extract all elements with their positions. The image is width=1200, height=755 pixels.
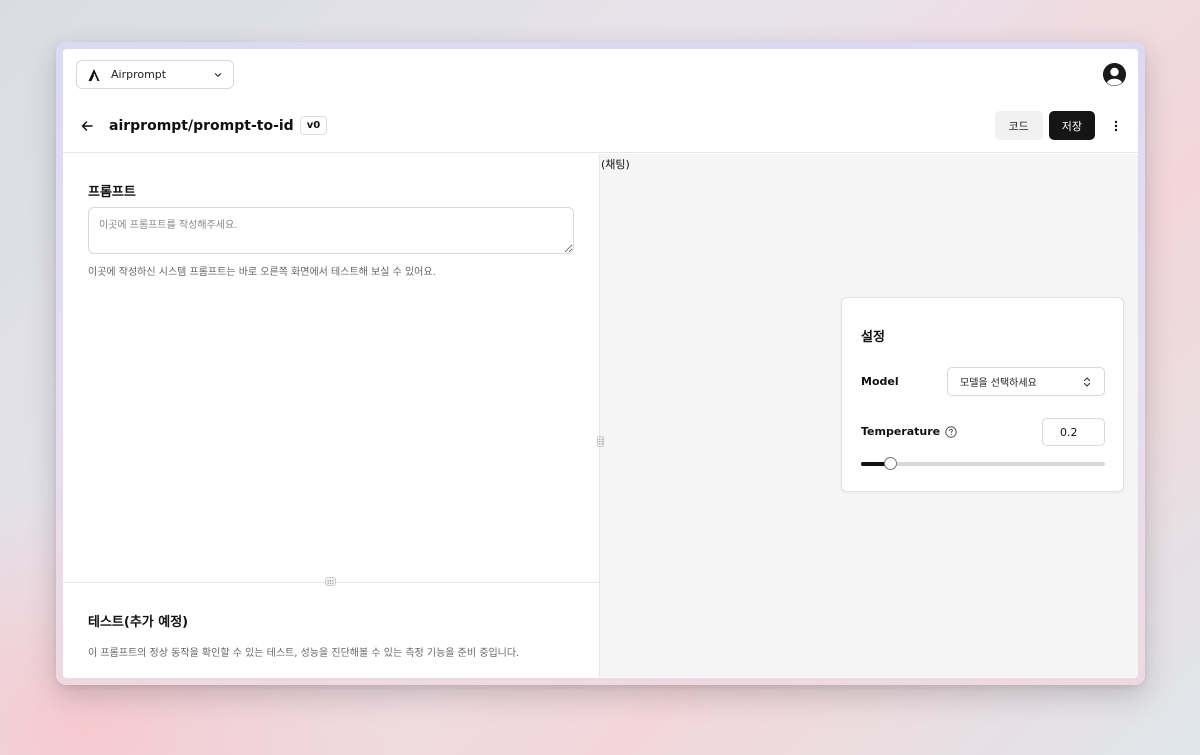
help-circle-icon[interactable] — [945, 425, 957, 438]
app-window-frame: Airprompt airprompt/prompt-to-id v0 코드 저… — [56, 42, 1145, 685]
page-title: airprompt/prompt-to-id — [109, 117, 294, 134]
settings-title: 설정 — [861, 330, 885, 345]
temperature-label-group: Temperature — [861, 425, 957, 438]
temperature-slider-thumb[interactable] — [884, 457, 898, 470]
model-select[interactable]: 모델을 선택하세요 — [947, 367, 1105, 396]
version-badge: v0 — [299, 116, 328, 135]
test-section-title: 테스트(추가 예정) — [88, 615, 189, 630]
user-avatar-icon[interactable] — [1103, 63, 1126, 86]
test-description: 이 프롬프트의 정상 동작을 확인할 수 있는 테스트, 성능을 진단해볼 수 … — [88, 648, 520, 659]
settings-card: 설정 Model 모델을 선택하세요 Temperature — [841, 297, 1124, 492]
workspace-selector[interactable]: Airprompt — [76, 60, 234, 89]
header-actions: 코드 저장 — [994, 111, 1124, 140]
model-label: Model — [861, 375, 899, 388]
prompt-helper-text: 이곳에 작성하신 시스템 프롬프트는 바로 오른쪽 화면에서 테스트해 보실 수… — [88, 267, 436, 278]
top-nav-bar: Airprompt — [63, 49, 1138, 99]
temperature-label: Temperature — [861, 425, 941, 438]
code-button[interactable]: 코드 — [994, 111, 1043, 140]
airprompt-logo-icon — [87, 68, 101, 82]
temperature-slider[interactable] — [861, 457, 1105, 470]
chevron-up-down-icon — [1082, 376, 1092, 388]
temperature-input[interactable] — [1042, 418, 1105, 446]
chat-label: (채팅) — [601, 158, 630, 171]
horizontal-resize-handle-icon[interactable] — [325, 577, 336, 586]
workspace-label: Airprompt — [111, 68, 167, 81]
model-select-label: 모델을 선택하세요 — [960, 378, 1037, 389]
page-header: airprompt/prompt-to-id v0 코드 저장 — [63, 99, 1138, 153]
prompt-section-title: 프롬프트 — [88, 185, 136, 200]
app-window: Airprompt airprompt/prompt-to-id v0 코드 저… — [63, 49, 1138, 678]
chat-panel: (채팅) 설정 Model 모델을 선택하세요 Temperature — [597, 154, 1138, 677]
back-arrow-icon[interactable] — [80, 119, 94, 133]
save-button[interactable]: 저장 — [1048, 111, 1095, 140]
prompt-textarea[interactable] — [88, 207, 574, 254]
more-vertical-icon[interactable] — [1109, 119, 1123, 133]
vertical-resize-handle-icon[interactable] — [597, 436, 604, 447]
editor-panel: 프롬프트 이곳에 작성하신 시스템 프롬프트는 바로 오른쪽 화면에서 테스트해… — [63, 154, 600, 677]
chevron-down-icon — [213, 70, 223, 80]
